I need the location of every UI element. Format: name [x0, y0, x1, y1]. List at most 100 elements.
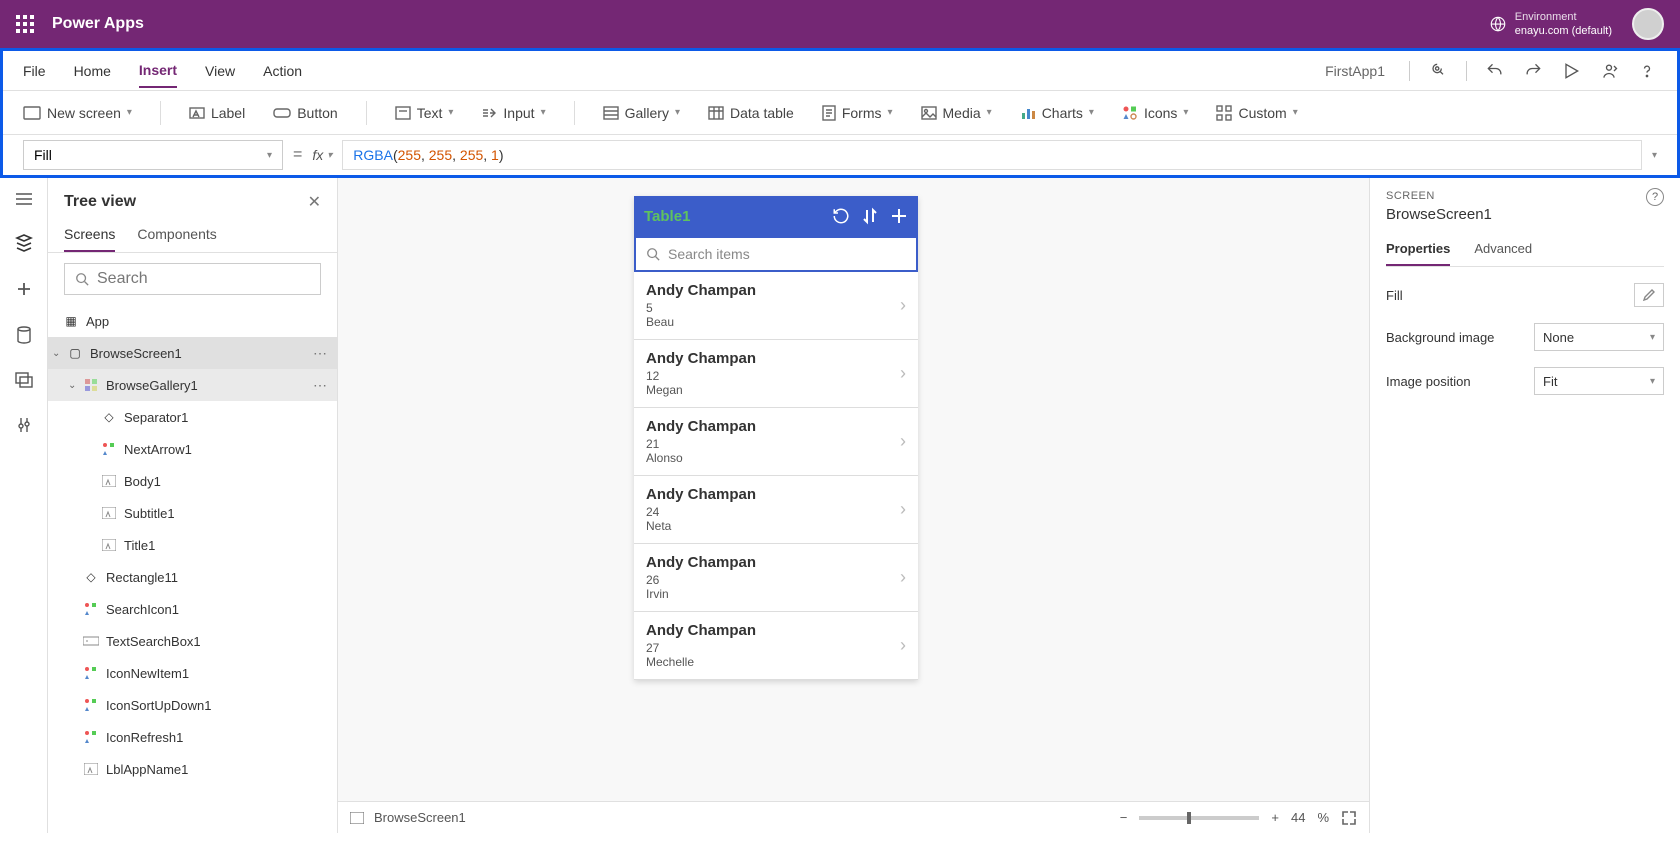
search-icon	[646, 247, 660, 261]
equals-sign: =	[293, 146, 302, 164]
waffle-icon[interactable]	[16, 15, 34, 33]
menu-view[interactable]: View	[205, 55, 235, 87]
tree-search-input[interactable]: Search	[64, 263, 321, 295]
properties-pane: ? SCREEN BrowseScreen1 Properties Advanc…	[1370, 178, 1680, 833]
fit-icon[interactable]	[1341, 810, 1357, 826]
forms-button[interactable]: Forms▾	[822, 105, 893, 121]
new-screen-button[interactable]: New screen▾	[23, 105, 132, 121]
tree-node-separator[interactable]: ◇Separator1	[48, 401, 337, 433]
charts-button[interactable]: Charts▾	[1020, 105, 1094, 121]
tree-node-body[interactable]: Body1	[48, 465, 337, 497]
icons-button[interactable]: Icons▾	[1122, 105, 1189, 121]
insert-icon[interactable]	[15, 280, 33, 298]
left-rail	[0, 178, 48, 833]
custom-icon	[1216, 105, 1232, 121]
property-selector[interactable]: Fill▾	[23, 140, 283, 170]
list-item[interactable]: Andy Champan21Alonso›	[634, 408, 918, 476]
tree-node-nextarrow[interactable]: NextArrow1	[48, 433, 337, 465]
datatable-icon	[708, 106, 724, 120]
properties-target-name: BrowseScreen1	[1386, 206, 1664, 223]
menu-insert[interactable]: Insert	[139, 54, 177, 88]
button-button[interactable]: Button	[273, 105, 337, 121]
zoom-in-button[interactable]: +	[1271, 810, 1279, 825]
expand-formula-icon[interactable]: ▾	[1652, 150, 1657, 161]
icons-icon	[1122, 105, 1138, 121]
list-item[interactable]: Andy Champan26Irvin›	[634, 544, 918, 612]
more-icon[interactable]: ⋯	[313, 345, 327, 362]
label-icon	[189, 105, 205, 121]
tree-node-lblappname[interactable]: LblAppName1	[48, 753, 337, 785]
play-icon[interactable]	[1561, 61, 1581, 81]
zoom-slider[interactable]	[1139, 816, 1259, 820]
button-icon	[273, 106, 291, 120]
help-icon[interactable]: ?	[1646, 188, 1664, 206]
canvas[interactable]: Table1 Search items Andy Champan5Beau›An…	[338, 178, 1370, 833]
data-icon[interactable]	[16, 326, 32, 344]
environment-picker[interactable]: Environment enayu.com (default)	[1489, 10, 1612, 39]
preview-search-input[interactable]: Search items	[634, 236, 918, 272]
tree-node-browsegallery[interactable]: ⌄BrowseGallery1⋯	[48, 369, 337, 401]
tab-components[interactable]: Components	[137, 218, 216, 252]
close-icon[interactable]: ✕	[308, 192, 321, 212]
add-icon[interactable]	[890, 207, 908, 225]
tree-node-browsescreen[interactable]: ⌄▢BrowseScreen1⋯	[48, 337, 337, 369]
list-item[interactable]: Andy Champan5Beau›	[634, 272, 918, 340]
tree-view-icon[interactable]	[15, 234, 33, 252]
item-title: Andy Champan	[646, 622, 900, 639]
tree-title: Tree view	[64, 193, 136, 211]
hamburger-icon[interactable]	[15, 192, 33, 206]
tree-node-title[interactable]: Title1	[48, 529, 337, 561]
fill-color-picker[interactable]	[1634, 283, 1664, 307]
redo-icon[interactable]	[1523, 61, 1543, 81]
share-icon[interactable]	[1599, 61, 1619, 81]
text-button[interactable]: Text▾	[395, 105, 454, 121]
sort-icon[interactable]	[862, 207, 878, 225]
app-preview[interactable]: Table1 Search items Andy Champan5Beau›An…	[634, 196, 918, 680]
refresh-icon[interactable]	[832, 207, 850, 225]
label-button[interactable]: Label	[189, 105, 245, 121]
more-icon[interactable]: ⋯	[313, 377, 327, 394]
fx-button[interactable]: fx▾	[312, 147, 332, 163]
tab-advanced[interactable]: Advanced	[1474, 233, 1532, 266]
bgimg-select[interactable]: None▾	[1534, 323, 1664, 351]
tree-node-rectangle[interactable]: ◇Rectangle11	[48, 561, 337, 593]
item-subtitle: 21	[646, 437, 900, 451]
tree-node-iconrefresh[interactable]: IconRefresh1	[48, 721, 337, 753]
imgpos-select[interactable]: Fit▾	[1534, 367, 1664, 395]
charts-icon	[1020, 106, 1036, 120]
media-rail-icon[interactable]	[15, 372, 33, 388]
tree-node-app[interactable]: ▦App	[48, 305, 337, 337]
tree-node-iconnewitem[interactable]: IconNewItem1	[48, 657, 337, 689]
list-item[interactable]: Andy Champan12Megan›	[634, 340, 918, 408]
item-title: Andy Champan	[646, 418, 900, 435]
input-button[interactable]: Input▾	[481, 105, 545, 121]
item-title: Andy Champan	[646, 486, 900, 503]
formula-input[interactable]: RGBA(255, 255, 255, 1)	[342, 140, 1642, 170]
list-item[interactable]: Andy Champan24Neta›	[634, 476, 918, 544]
preview-titlebar: Table1	[634, 196, 918, 236]
tab-properties[interactable]: Properties	[1386, 233, 1450, 266]
tree-node-iconsortupdown[interactable]: IconSortUpDown1	[48, 689, 337, 721]
media-button[interactable]: Media▾	[921, 105, 992, 121]
custom-button[interactable]: Custom▾	[1216, 105, 1297, 121]
menu-home[interactable]: Home	[74, 55, 111, 87]
tree-node-textsearchbox[interactable]: TextSearchBox1	[48, 625, 337, 657]
prop-label-fill: Fill	[1386, 288, 1634, 303]
tree-node-searchicon[interactable]: SearchIcon1	[48, 593, 337, 625]
tree-node-subtitle[interactable]: Subtitle1	[48, 497, 337, 529]
tab-screens[interactable]: Screens	[64, 218, 115, 252]
undo-icon[interactable]	[1485, 61, 1505, 81]
user-avatar[interactable]	[1632, 8, 1664, 40]
chevron-right-icon: ›	[900, 431, 906, 452]
list-item[interactable]: Andy Champan27Mechelle›	[634, 612, 918, 680]
advanced-tools-icon[interactable]	[17, 416, 31, 434]
datatable-button[interactable]: Data table	[708, 105, 794, 121]
menu-action[interactable]: Action	[263, 55, 302, 87]
help-icon[interactable]	[1637, 61, 1657, 81]
gallery-button[interactable]: Gallery▾	[603, 105, 680, 121]
app-checker-icon[interactable]	[1428, 61, 1448, 81]
chevron-right-icon: ›	[900, 635, 906, 656]
zoom-out-button[interactable]: −	[1120, 810, 1128, 825]
item-body: Irvin	[646, 587, 900, 601]
menu-file[interactable]: File	[23, 55, 46, 87]
